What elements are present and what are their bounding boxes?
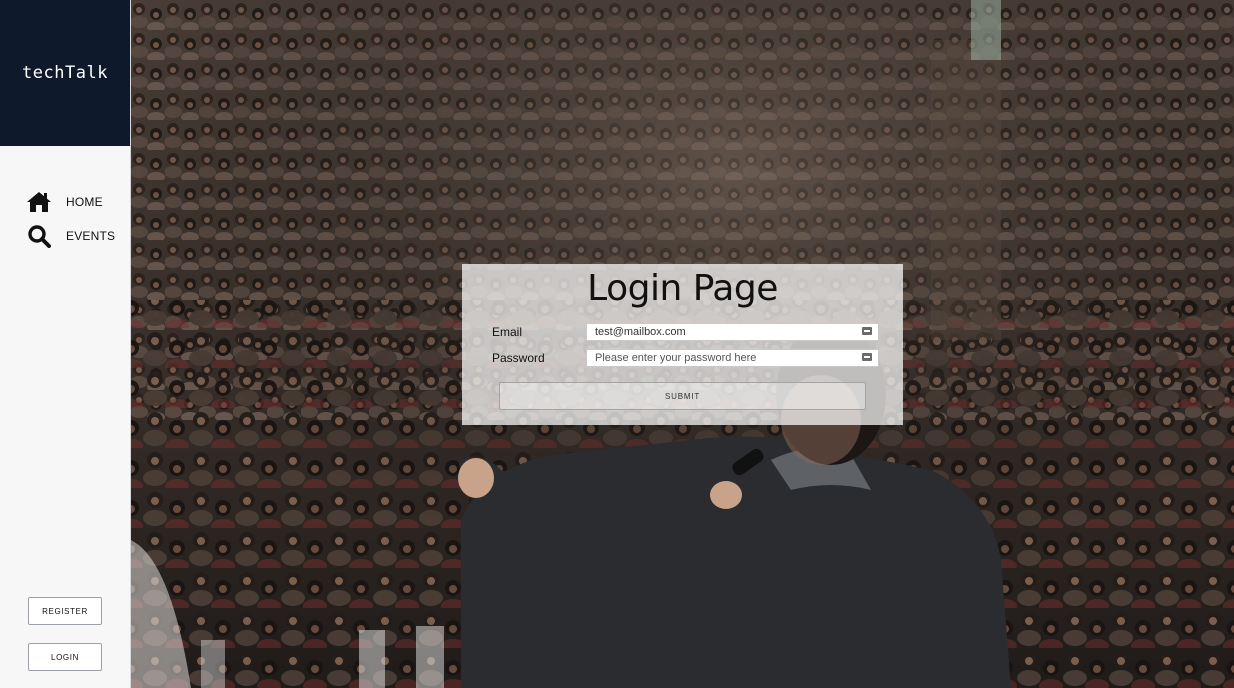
- page-title: Login Page: [587, 268, 778, 309]
- login-button[interactable]: LOGIN: [28, 643, 102, 671]
- password-field[interactable]: [586, 349, 879, 367]
- nav-item-events[interactable]: EVENTS: [26, 222, 115, 250]
- email-label: Email: [492, 325, 523, 339]
- autofill-icon[interactable]: [862, 353, 872, 361]
- brand-header: techTalk: [0, 0, 130, 146]
- nav-item-home-label: HOME: [66, 195, 103, 209]
- search-icon: [26, 223, 52, 249]
- register-button[interactable]: REGISTER: [28, 597, 102, 625]
- login-card: Login Page Email Password SUBMIT: [462, 264, 903, 425]
- password-label: Password: [492, 351, 545, 365]
- submit-button[interactable]: SUBMIT: [499, 382, 866, 410]
- email-field[interactable]: [586, 323, 879, 341]
- sidebar: techTalk HOME EVENTS REGISTER LOGIN: [0, 0, 131, 688]
- autofill-icon[interactable]: [862, 327, 872, 335]
- sidebar-nav: HOME EVENTS: [26, 188, 115, 256]
- nav-item-home[interactable]: HOME: [26, 188, 115, 216]
- nav-item-events-label: EVENTS: [66, 229, 116, 243]
- app-root: techTalk HOME EVENTS REGISTER LOGIN Logi…: [0, 0, 1234, 688]
- home-icon: [26, 189, 52, 215]
- brand-logo-text[interactable]: techTalk: [22, 63, 108, 83]
